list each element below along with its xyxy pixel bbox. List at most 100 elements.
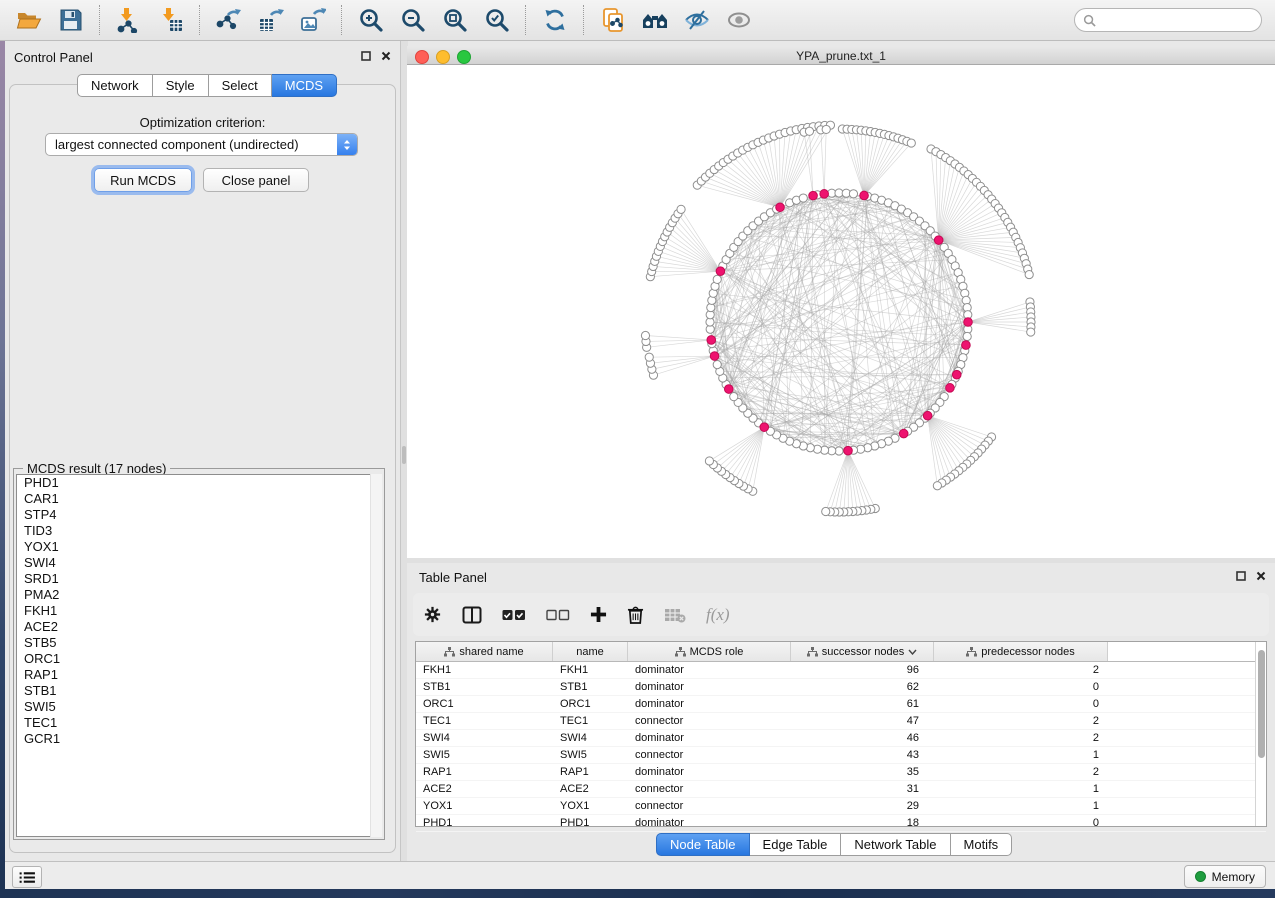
column-header-MCDS-role[interactable]: MCDS role: [628, 642, 791, 661]
open-folder-icon[interactable]: [14, 5, 44, 35]
control-panel: Control Panel NetworkStyleSelectMCDS Opt…: [5, 41, 400, 861]
zoom-in-icon[interactable]: [356, 5, 386, 35]
control-panel-title: Control Panel: [14, 50, 93, 65]
table-row[interactable]: YOX1YOX1connector291: [416, 798, 1266, 815]
import-table-icon[interactable]: [156, 5, 186, 35]
mcds-result-item[interactable]: PMA2: [17, 587, 381, 603]
toolbar-separator: [199, 5, 201, 35]
mcds-result-item[interactable]: STB1: [17, 683, 381, 699]
table-scrollbar[interactable]: [1255, 642, 1266, 826]
mcds-result-item[interactable]: RAP1: [17, 667, 381, 683]
network-graph[interactable]: [407, 65, 1275, 558]
close-panel-icon[interactable]: [380, 50, 392, 62]
scrollbar-thumb[interactable]: [1258, 650, 1265, 758]
search-icon: [1083, 14, 1096, 27]
mcds-result-item[interactable]: ACE2: [17, 619, 381, 635]
import-network-icon[interactable]: [114, 5, 144, 35]
tab-network[interactable]: Network: [77, 74, 153, 97]
mcds-result-item[interactable]: PHD1: [17, 475, 381, 491]
network-canvas[interactable]: [407, 65, 1275, 558]
mcds-result-item[interactable]: GCR1: [17, 731, 381, 747]
export-image-icon[interactable]: [298, 5, 328, 35]
mcds-node: [899, 429, 908, 438]
export-table-icon[interactable]: [256, 5, 286, 35]
mcds-result-item[interactable]: STP4: [17, 507, 381, 523]
close-panel-button[interactable]: Close panel: [203, 168, 309, 192]
zoom-out-icon[interactable]: [398, 5, 428, 35]
select-all-icon[interactable]: [502, 609, 526, 621]
float-panel-icon[interactable]: [1235, 570, 1247, 582]
mcds-result-item[interactable]: STB5: [17, 635, 381, 651]
optimization-criterion-select[interactable]: largest connected component (undirected): [45, 133, 358, 156]
clone-network-icon[interactable]: [598, 5, 628, 35]
show-all-icon[interactable]: [724, 5, 754, 35]
refresh-icon[interactable]: [540, 5, 570, 35]
table-row[interactable]: RAP1RAP1dominator352: [416, 764, 1266, 781]
mcds-node: [724, 385, 733, 394]
column-header-successor-nodes[interactable]: successor nodes: [791, 642, 934, 661]
tree-icon: [966, 647, 977, 657]
mcds-result-item[interactable]: SRD1: [17, 571, 381, 587]
table-row[interactable]: SWI4SWI4dominator462: [416, 730, 1266, 747]
column-header-predecessor-nodes[interactable]: predecessor nodes: [934, 642, 1108, 661]
table-row[interactable]: STB1STB1dominator620: [416, 679, 1266, 696]
deselect-all-icon[interactable]: [546, 609, 570, 621]
network-view-window: YPA_prune.txt_1: [407, 41, 1275, 558]
tab-network-table[interactable]: Network Table: [841, 833, 950, 856]
table-row[interactable]: ACE2ACE2connector311: [416, 781, 1266, 798]
splitter-handle[interactable]: [402, 446, 406, 464]
table-row[interactable]: PHD1PHD1dominator180: [416, 815, 1266, 832]
column-header-name[interactable]: name: [553, 642, 628, 661]
mcds-result-item[interactable]: ORC1: [17, 651, 381, 667]
memory-label: Memory: [1212, 870, 1255, 884]
tab-mcds[interactable]: MCDS: [272, 74, 337, 97]
column-browser-icon[interactable]: [462, 605, 482, 625]
close-panel-icon[interactable]: [1255, 570, 1267, 582]
tab-edge-table[interactable]: Edge Table: [750, 833, 842, 856]
tab-motifs[interactable]: Motifs: [951, 833, 1013, 856]
tab-style[interactable]: Style: [153, 74, 209, 97]
export-network-icon[interactable]: [214, 5, 244, 35]
float-panel-icon[interactable]: [360, 50, 372, 62]
application-window: Control Panel NetworkStyleSelectMCDS Opt…: [0, 0, 1275, 898]
table-row[interactable]: SWI5SWI5connector431: [416, 747, 1266, 764]
mcds-result-item[interactable]: FKH1: [17, 603, 381, 619]
search-field[interactable]: [1074, 8, 1262, 32]
mcds-result-item[interactable]: SWI5: [17, 699, 381, 715]
search-input[interactable]: [1101, 12, 1261, 28]
node-table: shared namenameMCDS rolesuccessor nodesp…: [415, 641, 1267, 827]
run-mcds-button[interactable]: Run MCDS: [94, 168, 192, 192]
gear-icon[interactable]: [423, 605, 442, 624]
function-builder-icon: f(x): [706, 605, 730, 625]
zoom-fit-icon[interactable]: [440, 5, 470, 35]
tab-select[interactable]: Select: [209, 74, 272, 97]
save-icon[interactable]: [56, 5, 86, 35]
mcds-result-item[interactable]: TEC1: [17, 715, 381, 731]
mcds-node: [809, 191, 818, 200]
network-window-titlebar[interactable]: YPA_prune.txt_1: [407, 46, 1275, 65]
column-header-shared-name[interactable]: shared name: [416, 642, 553, 661]
toolbar-separator: [99, 5, 101, 35]
zoom-selected-icon[interactable]: [482, 5, 512, 35]
mcds-result-group: MCDS result (17 nodes) PHD1CAR1STP4TID3Y…: [13, 468, 385, 840]
table-row[interactable]: TEC1TEC1connector472: [416, 713, 1266, 730]
memory-button[interactable]: Memory: [1184, 865, 1266, 888]
control-panel-tabs: NetworkStyleSelectMCDS: [77, 74, 337, 97]
mcds-result-item[interactable]: YOX1: [17, 539, 381, 555]
mcds-result-item[interactable]: SWI4: [17, 555, 381, 571]
tab-node-table[interactable]: Node Table: [656, 833, 750, 856]
hide-selected-icon[interactable]: [682, 5, 712, 35]
table-row[interactable]: FKH1FKH1dominator962: [416, 662, 1266, 679]
network-window-title: YPA_prune.txt_1: [407, 49, 1275, 63]
mcds-result-item[interactable]: TID3: [17, 523, 381, 539]
add-icon[interactable]: [590, 606, 607, 623]
mcds-result-scrollbar[interactable]: [370, 474, 382, 837]
task-history-button[interactable]: [12, 866, 42, 888]
first-neighbors-icon[interactable]: [640, 5, 670, 35]
mcds-result-list[interactable]: PHD1CAR1STP4TID3YOX1SWI4SRD1PMA2FKH1ACE2…: [16, 474, 382, 837]
mcds-node: [820, 190, 829, 199]
mcds-node: [964, 318, 973, 327]
mcds-result-item[interactable]: CAR1: [17, 491, 381, 507]
delete-icon[interactable]: [627, 605, 644, 624]
table-row[interactable]: ORC1ORC1dominator610: [416, 696, 1266, 713]
